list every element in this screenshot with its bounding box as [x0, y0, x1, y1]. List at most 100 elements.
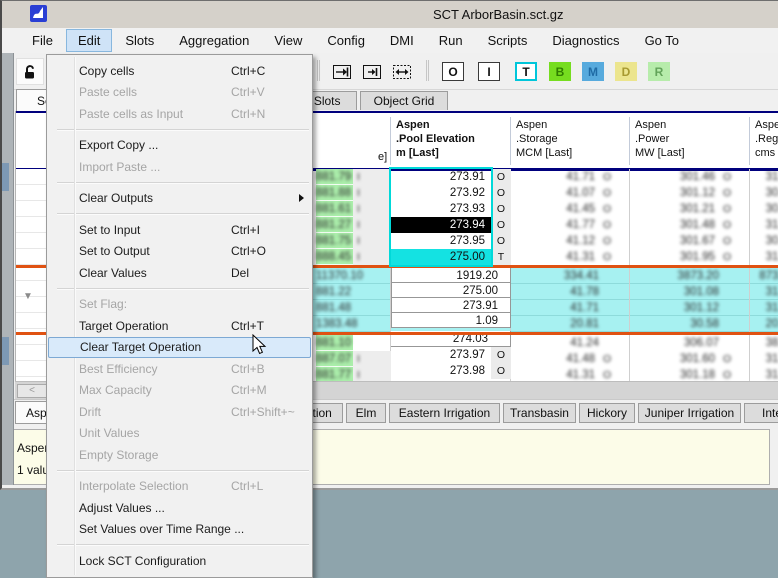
- column-header-regulated[interactable]: Aspen.Regucms [: [755, 118, 778, 160]
- menu-item-clear-target-operation[interactable]: Clear Target Operation: [48, 337, 311, 359]
- menu-item-unit-values[interactable]: Unit Values: [47, 423, 312, 445]
- tab-object-grid[interactable]: Object Grid: [360, 91, 448, 110]
- grid-cell[interactable]: 881.77: [316, 367, 353, 381]
- grid-cell[interactable]: 887.07: [316, 351, 353, 367]
- menu-item-target-operation[interactable]: Target OperationCtrl+T: [47, 315, 312, 337]
- summary-cell[interactable]: 1383.48: [316, 316, 353, 332]
- menu-scripts[interactable]: Scripts: [476, 29, 540, 52]
- menu-item-adjust-values[interactable]: Adjust Values ...: [47, 497, 312, 519]
- left-panel-edge: [2, 53, 14, 485]
- grow-width-icon: [333, 65, 351, 79]
- menu-config[interactable]: Config: [315, 29, 377, 52]
- menu-item-interpolate-selection[interactable]: Interpolate SelectionCtrl+L: [47, 476, 312, 498]
- column-inflow-flags: I I I I I I I I: [353, 169, 391, 381]
- flag-drift-button[interactable]: D: [615, 62, 637, 81]
- menu-view[interactable]: View: [262, 29, 314, 52]
- menu-run[interactable]: Run: [427, 29, 475, 52]
- menu-item-best-efficiency[interactable]: Best EfficiencyCtrl+B: [47, 358, 312, 380]
- grow-column-width-button[interactable]: [329, 61, 355, 82]
- tab-transbasin[interactable]: Transbasin: [503, 403, 576, 423]
- menu-slots[interactable]: Slots: [113, 29, 166, 52]
- fit-width-icon: [393, 65, 411, 79]
- row-header-column[interactable]: [16, 169, 49, 381]
- tab-juniper-irrigation[interactable]: Juniper Irrigation: [638, 403, 741, 423]
- tab-eastern-irrigation[interactable]: Eastern Irrigation: [389, 403, 500, 423]
- menu-diagnostics[interactable]: Diagnostics: [540, 29, 631, 52]
- flag-max-capacity-button[interactable]: M: [582, 62, 604, 81]
- shrink-width-icon: [363, 65, 381, 79]
- status-selection-info: 1 valu: [17, 463, 49, 477]
- summary-cell[interactable]: 881.22: [316, 284, 353, 300]
- flag-rulebased-button[interactable]: R: [648, 62, 670, 81]
- pool-cell[interactable]: 273.98O: [391, 363, 511, 379]
- fit-column-width-button[interactable]: [389, 61, 415, 82]
- column-inflow-values: 881.79 881.88 881.61 881.27 881.75 888.4…: [316, 169, 353, 381]
- pool-cell[interactable]: 273.97O: [391, 347, 511, 363]
- flag-output-button[interactable]: O: [442, 62, 464, 81]
- summary-cell[interactable]: 11370.10: [316, 268, 353, 284]
- menu-item-clear-outputs[interactable]: Clear Outputs: [47, 188, 312, 210]
- summary-cell[interactable]: 881.48: [316, 300, 353, 316]
- summary-cell-sum[interactable]: 1919.20: [391, 267, 511, 283]
- tab-elm[interactable]: Elm: [346, 403, 386, 423]
- lock-button[interactable]: [16, 58, 44, 85]
- menu-item-set-flag[interactable]: Set Flag:: [47, 294, 312, 316]
- column-header-pool-elevation[interactable]: Aspen.Pool Elevationm [Last]: [396, 118, 475, 160]
- menu-separator: [57, 470, 309, 472]
- pool-cell[interactable]: 273.92O: [391, 185, 511, 201]
- menu-item-empty-storage[interactable]: Empty Storage: [47, 444, 312, 466]
- menu-item-lock-sct-configuration[interactable]: Lock SCT Configuration: [47, 550, 312, 572]
- menu-goto[interactable]: Go To: [633, 29, 691, 52]
- menu-item-copy-cells[interactable]: Copy cellsCtrl+C: [47, 60, 312, 82]
- edit-dropdown-menu: Copy cellsCtrl+C Paste cellsCtrl+V Paste…: [46, 54, 313, 578]
- menu-file[interactable]: File: [20, 29, 65, 52]
- flag-best-efficiency-button[interactable]: B: [549, 62, 571, 81]
- pool-cell-selected[interactable]: 273.94O: [391, 217, 511, 233]
- menu-item-paste-cells-as-input[interactable]: Paste cells as InputCtrl+N: [47, 103, 312, 125]
- summary-cell-min[interactable]: 273.91: [391, 297, 511, 313]
- column-header-power[interactable]: Aspen.PowerMW [Last]: [635, 118, 685, 160]
- tab-hickory[interactable]: Hickory: [579, 403, 635, 423]
- menu-item-clear-values[interactable]: Clear ValuesDel: [47, 262, 312, 284]
- column-header-storage[interactable]: Aspen.StorageMCM [Last]: [516, 118, 572, 160]
- menu-item-set-values-over-time-range[interactable]: Set Values over Time Range ...: [47, 519, 312, 541]
- flag-input-button[interactable]: I: [478, 62, 500, 81]
- menu-item-drift[interactable]: DriftCtrl+Shift+~: [47, 401, 312, 423]
- pool-cell[interactable]: 273.93O: [391, 201, 511, 217]
- submenu-arrow-icon: [299, 194, 304, 202]
- grid-cell[interactable]: 881.27: [316, 217, 353, 233]
- pool-cell[interactable]: 273.95O: [391, 233, 511, 249]
- menu-item-set-to-input[interactable]: Set to InputCtrl+I: [47, 219, 312, 241]
- shrink-column-width-button[interactable]: [359, 61, 385, 82]
- flag-target-button[interactable]: T: [515, 62, 537, 81]
- toolbar-separator: [317, 60, 318, 81]
- grid-cell[interactable]: 881.79: [316, 169, 353, 185]
- pool-cell[interactable]: 273.91O: [391, 169, 511, 185]
- mouse-cursor: [252, 334, 267, 356]
- tab-inter-fragment[interactable]: Inter: [744, 403, 778, 423]
- grid-cell[interactable]: 881.10: [316, 335, 353, 351]
- menu-item-import-paste[interactable]: Import Paste ...: [47, 156, 312, 178]
- grid-cell[interactable]: 881.75: [316, 233, 353, 249]
- current-row-marker-icon: ▼: [23, 291, 33, 302]
- grid-cell[interactable]: 881.61: [316, 201, 353, 217]
- grid-cell[interactable]: 888.45: [316, 249, 353, 265]
- scroll-left-button[interactable]: <: [17, 384, 47, 398]
- menu-dmi[interactable]: DMI: [378, 29, 426, 52]
- open-padlock-icon: [22, 64, 38, 80]
- window-title: SCT ArborBasin.sct.gz: [433, 7, 564, 22]
- menu-item-paste-cells[interactable]: Paste cellsCtrl+V: [47, 82, 312, 104]
- menu-item-max-capacity[interactable]: Max CapacityCtrl+M: [47, 380, 312, 402]
- menu-aggregation[interactable]: Aggregation: [167, 29, 261, 52]
- menu-item-export-copy[interactable]: Export Copy ...: [47, 135, 312, 157]
- title-bar[interactable]: SCT ArborBasin.sct.gz: [2, 1, 778, 29]
- summary-cell-max[interactable]: 275.00: [391, 282, 511, 298]
- summary-cell-range[interactable]: 1.09: [391, 312, 511, 328]
- toolbar-separator: [426, 60, 427, 81]
- menu-edit[interactable]: Edit: [66, 29, 112, 52]
- column-power: 301.46O 301.12O 301.21O 301.48O 301.67O …: [630, 169, 749, 381]
- menu-separator: [57, 213, 309, 215]
- pool-cell-target[interactable]: 275.00T: [391, 249, 511, 265]
- grid-cell[interactable]: 881.88: [316, 185, 353, 201]
- menu-item-set-to-output[interactable]: Set to OutputCtrl+O: [47, 241, 312, 263]
